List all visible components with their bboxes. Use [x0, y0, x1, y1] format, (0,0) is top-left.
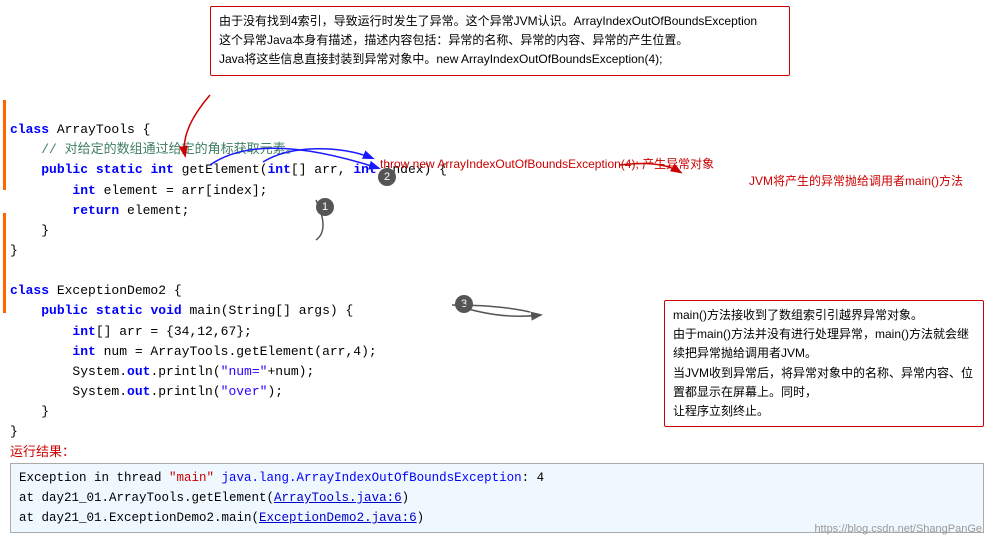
code-class-exception: class ExceptionDemo2 {: [10, 283, 182, 298]
vline-1: [3, 100, 6, 190]
code-return-line: return element;: [10, 203, 189, 218]
code-element-line: int element = arr[index];: [10, 183, 267, 198]
jvm-label: JVM将产生的异常抛给调用者main()方法: [749, 172, 979, 189]
code-print1: System.out.println("num="+num);: [10, 364, 314, 379]
code-comment: // 对给定的数组通过给定的角标获取元素。: [10, 142, 299, 157]
annotation-top-box: 由于没有找到4索引，导致运行时发生了异常。这个异常JVM认识。ArrayInde…: [210, 6, 790, 76]
code-close3: }: [10, 404, 49, 419]
annotation-main-line2: 由于main()方法并没有进行处理异常，main()方法就会继续把异常抛给调用者…: [673, 325, 975, 363]
num2-circle: 2: [378, 168, 396, 186]
result-line2: at day21_01.ArrayTools.getElement(ArrayT…: [19, 488, 975, 508]
code-close2: }: [10, 243, 18, 258]
code-num-line: int num = ArrayTools.getElement(arr,4);: [10, 344, 377, 359]
annotation-main-line3: 当JVM收到异常后，将异常对象中的名称、异常内容、位置都显示在屏幕上。同时，: [673, 364, 975, 402]
code-main-sig: public static void main(String[] args) {: [10, 303, 353, 318]
code-print2: System.out.println("over");: [10, 384, 283, 399]
annotation-top-line1: 由于没有找到4索引，导致运行时发生了异常。这个异常JVM认识。ArrayInde…: [219, 12, 781, 31]
annotation-main-box: main()方法接收到了数组索引引越界异常对象。 由于main()方法并没有进行…: [664, 300, 984, 427]
watermark: https://blog.csdn.net/ShangPanGe: [814, 523, 982, 535]
vline-2: [3, 213, 6, 313]
code-close4: }: [10, 424, 18, 439]
result-label: 运行结果：: [10, 441, 984, 460]
result-line1: Exception in thread "main" java.lang.Arr…: [19, 468, 975, 488]
num3-circle: 3: [455, 295, 473, 313]
code-blank: [10, 263, 18, 278]
main-container: 由于没有找到4索引，导致运行时发生了异常。这个异常JVM认识。ArrayInde…: [0, 0, 994, 541]
code-class-array: class ArrayTools {: [10, 122, 150, 137]
annotation-main-line4: 让程序立刻终止。: [673, 402, 975, 421]
code-close1: }: [10, 223, 49, 238]
throw-label: throw new ArrayIndexOutOfBoundsException…: [380, 155, 714, 172]
code-arr-line: int[] arr = {34,12,67};: [10, 324, 252, 339]
result-area: 运行结果： Exception in thread "main" java.la…: [10, 441, 984, 533]
annotation-top-line3: Java将这些信息直接封装到异常对象中。new ArrayIndexOutOfB…: [219, 50, 781, 69]
annotation-top-line2: 这个异常Java本身有描述，描述内容包括：异常的名称、异常的内容、异常的产生位置…: [219, 31, 781, 50]
num1-circle: 1: [316, 198, 334, 216]
annotation-main-line1: main()方法接收到了数组索引引越界异常对象。: [673, 306, 975, 325]
